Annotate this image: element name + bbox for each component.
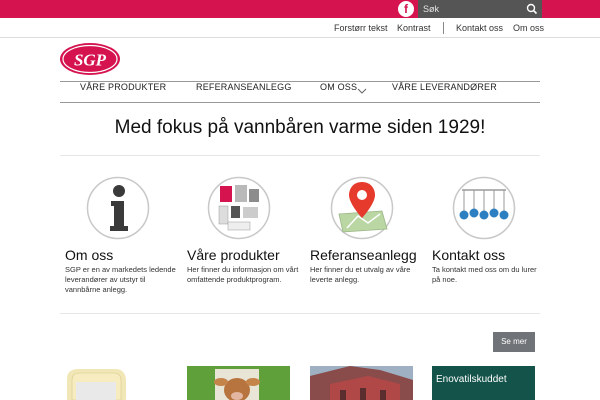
chevron-down-icon[interactable] [357,87,367,95]
feature-desc-about: SGP er en av markedets ledende leverandø… [65,265,176,295]
feature-desc-products: Her finner du informasjon om vårt omfatt… [187,265,299,285]
feature-title-about[interactable]: Om oss [65,247,113,263]
feature-title-contact[interactable]: Kontakt oss [432,247,505,263]
nav-item-about[interactable]: OM OSS [320,82,357,102]
contact-icon[interactable] [452,176,516,240]
section-divider-lower [60,313,540,314]
contact-link[interactable]: Kontakt oss [456,18,503,38]
utility-divider-line [0,37,600,38]
map-pin-icon[interactable] [330,176,394,240]
about-link[interactable]: Om oss [513,18,544,38]
news-thumbnail-cow[interactable] [187,366,290,400]
main-nav-border-bottom [60,102,540,103]
building-image [310,366,413,400]
section-divider [60,155,540,156]
top-bar: f [0,0,600,18]
search-input[interactable] [418,0,522,18]
news-thumbnail-building[interactable] [310,366,413,400]
logo-text: SGP [74,51,107,70]
feature-desc-contact: Ta kontakt med oss om du lurer på noe. [432,265,537,285]
nav-item-products[interactable]: VÅRE PRODUKTER [80,82,166,102]
search-icon[interactable] [524,1,540,17]
see-more-button[interactable]: Se mer [493,332,535,352]
products-icon[interactable] [207,176,271,240]
utility-divider [443,22,444,34]
cow-image [187,366,290,400]
text-size-link[interactable]: Forstørr tekst [334,18,388,38]
product-image [64,366,168,400]
sgp-logo[interactable]: SGP [59,42,121,76]
nav-item-suppliers[interactable]: VÅRE LEVERANDØRER [392,82,497,102]
enova-headline: Enovatilskuddet [436,374,507,385]
news-thumbnail-product[interactable] [64,366,168,400]
search-box [418,0,542,18]
feature-title-references[interactable]: Referanseanlegg [310,247,417,263]
feature-title-products[interactable]: Våre produkter [187,247,280,263]
news-thumbnail-enova[interactable]: Enovatilskuddet [432,366,535,400]
contrast-link[interactable]: Kontrast [397,18,431,38]
facebook-icon[interactable]: f [398,1,414,17]
info-icon[interactable] [86,176,150,240]
feature-desc-references: Her finner du et utvalg av våre leverte … [310,265,411,285]
nav-item-references[interactable]: REFERANSEANLEGG [196,82,292,102]
page-headline: Med fokus på vannbåren varme siden 1929! [114,117,486,138]
